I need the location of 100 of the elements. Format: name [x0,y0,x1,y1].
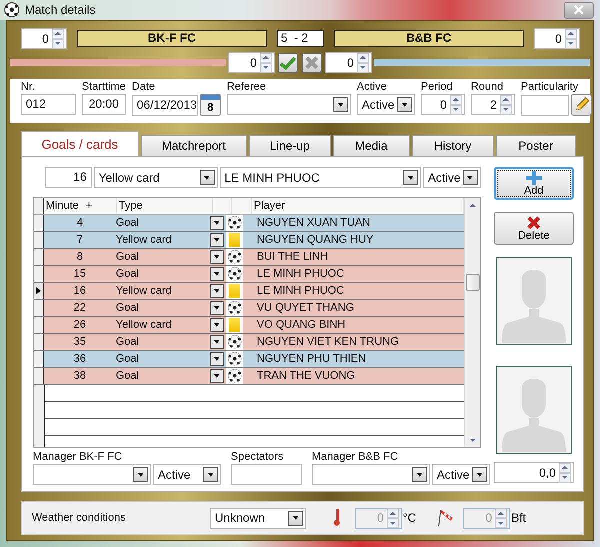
calendar-button[interactable]: 8 [200,94,222,116]
rating-spin-field[interactable]: 0,0 [494,462,574,483]
table-cell-text: 8 [76,250,84,265]
table-cell-text: 36 [72,352,88,367]
spin-field[interactable]: 0 [325,52,372,73]
confirm-button[interactable] [278,52,298,72]
close-button[interactable] [564,2,594,18]
time-field[interactable]: 20:00 [82,94,126,115]
row-header-cell[interactable] [34,266,44,282]
windsock-icon [438,509,454,527]
table-cell-text: 38 [72,369,88,384]
weather-dropdown[interactable]: Unknown [210,508,306,528]
field-label: Active [357,81,388,93]
field-label: Period [421,81,454,93]
text-field[interactable] [521,94,570,116]
score-field[interactable]: 5 - 2 [277,30,324,47]
add-button[interactable]: Add [494,167,574,200]
team-name: B&B FC [334,30,524,47]
delete-button[interactable]: Delete [494,212,574,245]
soccer-ball-icon [228,267,242,281]
table-row[interactable]: 7 Yellow card NGUYEN QUANG HUY [34,232,464,249]
table-cell-text: 26 [72,318,88,333]
field-label: Round [471,81,504,93]
row-header-cell[interactable] [34,283,44,299]
table-cell-text: Goal [116,352,140,367]
table-row[interactable]: 26 Yellow card VO QUANG BINH [34,317,464,334]
status-dropdown[interactable]: Active [423,167,481,188]
type-dropdown[interactable]: Yellow card [94,167,218,188]
player-silhouette-icon [496,257,572,345]
status-dropdown[interactable]: Active [432,464,490,485]
spin-field[interactable]: 0 [421,94,466,115]
table-row[interactable]: 4 Goal NGUYEN XUAN TUAN [34,215,464,232]
row-header-cell[interactable] [34,232,44,248]
number-field[interactable]: 012 [21,94,76,115]
table-cell-text: Yellow card [116,284,173,299]
tab[interactable]: Line-up [249,135,331,156]
tab[interactable]: Poster [496,135,576,156]
spin-field[interactable]: 0 [534,28,580,49]
status-dropdown[interactable]: Active [357,94,416,115]
table-cell-text: NGUYEN XUAN TUAN [256,216,372,231]
check-icon [280,56,296,70]
window-title: Match details [25,3,96,17]
dropdown-button[interactable] [210,369,224,383]
field-label: Manager B&B FC [312,451,400,463]
dropdown-button[interactable] [210,335,224,349]
table-cell-text: Goal [116,250,140,265]
table-row[interactable]: 15 Goal LE MINH PHUOC [34,266,464,283]
dropdown-button[interactable] [210,250,224,264]
field-label: Referee [227,81,268,93]
row-pointer-icon [36,287,41,295]
pencil-icon [574,97,590,113]
tab[interactable]: History [412,135,494,156]
minute-field[interactable]: 16 [45,167,92,188]
table-row[interactable]: 22 Goal VU QUYET THANG [34,300,464,317]
soccer-ball-icon [228,352,242,366]
spin-field[interactable]: 2 [471,94,516,115]
table-cell-text: NGUYEN PHU THIEN [256,352,368,367]
table-cell-text: Goal [116,267,140,282]
manager-dropdown[interactable] [312,464,430,485]
card-icon [229,233,240,247]
dropdown-button[interactable] [210,267,224,281]
player-dropdown[interactable]: LE MINH PHUOC [220,167,422,188]
dropdown-button[interactable] [210,318,224,332]
row-header-cell[interactable] [34,215,44,231]
soccer-ball-icon [228,369,242,383]
table-cell-text: NGUYEN QUANG HUY [256,233,375,248]
soccer-ball-icon [4,2,20,18]
table-row[interactable]: 36 Goal NGUYEN PHU THIEN [34,351,464,368]
row-header-cell[interactable] [34,249,44,265]
dropdown-button[interactable] [210,233,224,247]
spectators-field[interactable] [231,464,302,485]
spin-field[interactable]: 0 [228,52,275,73]
date-field[interactable]: 06/12/2013 [132,94,198,116]
tab[interactable]: Matchreport [141,135,247,156]
cancel-button[interactable] [302,52,322,72]
dropdown-button[interactable] [210,284,224,298]
table-row[interactable]: 35 Goal NGUYEN VIET KEN TRUNG [34,334,464,351]
table-cell-text: 15 [72,267,88,282]
table-cell-text: LE MINH PHUOC [256,284,346,299]
dropdown-button[interactable] [210,216,224,230]
scrollbar[interactable] [464,198,480,447]
referee-dropdown[interactable] [227,94,352,115]
row-header-cell[interactable] [34,351,44,367]
row-header-cell[interactable] [34,317,44,333]
dropdown-button[interactable] [210,352,224,366]
row-header-cell[interactable] [34,334,44,350]
table-row[interactable]: 38 Goal TRAN THE VUONG [34,368,464,385]
table-cell-text: Goal [116,335,140,350]
spin-field[interactable]: 0 [21,28,67,49]
tab[interactable]: Goals / cards [21,131,139,156]
row-header-cell[interactable] [34,368,44,384]
manager-dropdown[interactable] [33,464,151,485]
dropdown-button[interactable] [210,301,224,315]
edit-button[interactable] [571,94,592,116]
status-dropdown[interactable]: Active [153,464,221,485]
table-row[interactable]: 8 Goal BUI THE LINH [34,249,464,266]
table-row[interactable]: 16 Yellow card LE MINH PHUOC [34,283,464,300]
row-header-cell[interactable] [34,300,44,316]
field-label: Date [132,81,156,93]
tab[interactable]: Media [333,135,410,156]
